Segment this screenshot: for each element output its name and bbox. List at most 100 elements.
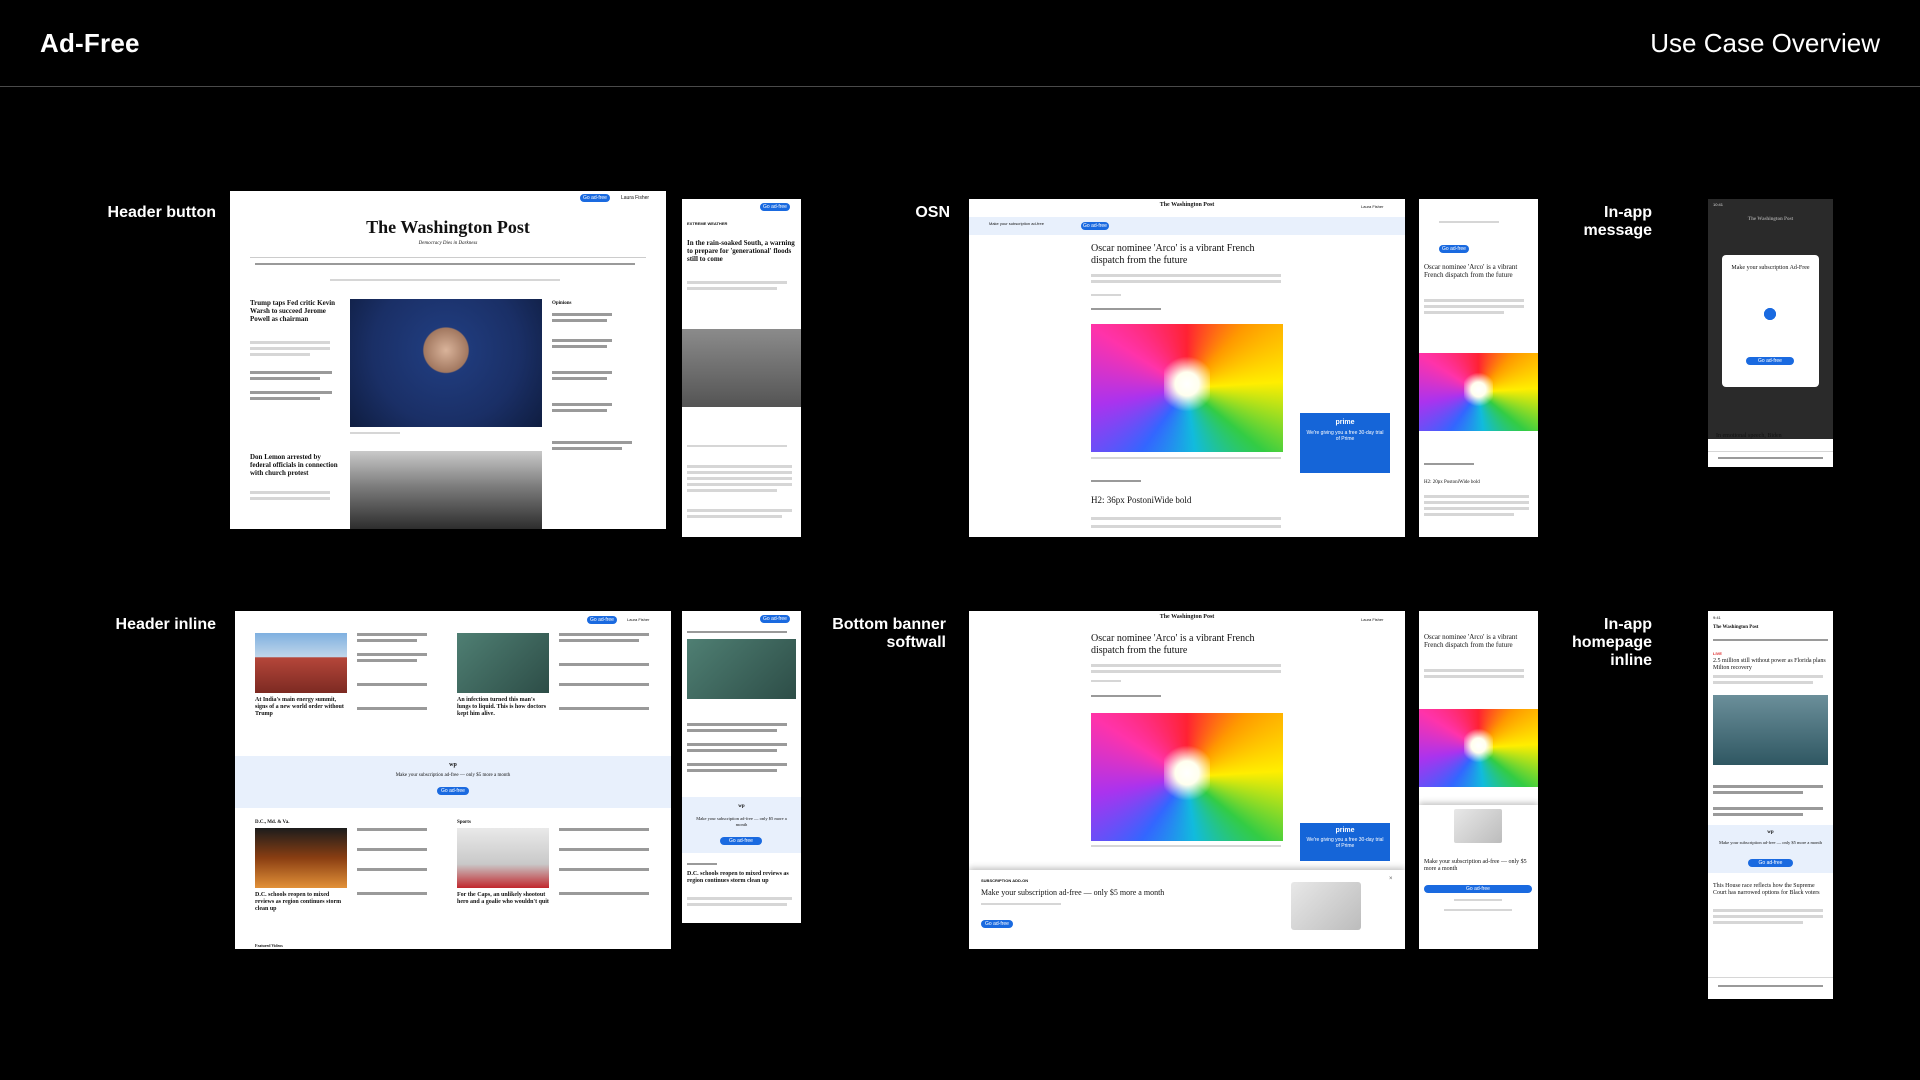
headline-small[interactable] <box>357 707 427 710</box>
section-dc[interactable]: D.C., Md. & Va. <box>255 818 289 828</box>
headline-small[interactable] <box>687 729 777 732</box>
headline-secondary[interactable]: Don Lemon arrested by federal officials … <box>250 453 340 477</box>
user-name[interactable]: Laura Fisher <box>621 195 649 201</box>
headline-power[interactable]: 2.5 million still without power as Flori… <box>1713 658 1828 672</box>
masthead[interactable]: The Washington Post <box>230 217 666 238</box>
headline-small[interactable] <box>250 397 320 400</box>
opinion-item[interactable] <box>552 371 612 374</box>
headline-small[interactable] <box>559 892 649 895</box>
go-ad-free-button[interactable]: Go ad-free <box>1746 357 1794 365</box>
headline-small[interactable] <box>357 848 427 851</box>
opinion-item[interactable] <box>552 409 607 412</box>
prime-ad[interactable]: prime We're giving you a free 30-day tri… <box>1300 413 1390 473</box>
action-bar[interactable] <box>687 445 787 447</box>
byline[interactable] <box>1091 480 1141 482</box>
section-sports[interactable]: Sports <box>457 818 471 828</box>
masthead[interactable]: The Washington Post <box>1713 625 1758 630</box>
headline-small[interactable] <box>250 391 332 394</box>
go-ad-free-header-button[interactable]: Go ad-free <box>587 616 617 624</box>
story-photo[interactable] <box>1713 695 1828 765</box>
go-ad-free-button[interactable]: Go ad-free <box>720 837 762 845</box>
go-ad-free-button[interactable]: Go ad-free <box>1748 859 1793 867</box>
byline[interactable] <box>1424 463 1474 465</box>
headline-small[interactable] <box>687 749 777 752</box>
go-ad-free-button[interactable]: Go ad-free <box>1081 222 1109 230</box>
headline-small[interactable] <box>357 868 427 871</box>
tab-bar[interactable] <box>1718 457 1823 459</box>
story-photo[interactable] <box>457 633 549 693</box>
headline-small[interactable] <box>357 828 427 831</box>
opinion-item[interactable] <box>552 313 612 316</box>
section-tag[interactable]: EXTREME WEATHER <box>687 221 727 226</box>
headline-caps[interactable]: For the Caps, an unlikely shootout hero … <box>457 892 549 906</box>
close-icon[interactable]: × <box>1389 876 1393 882</box>
article-image[interactable] <box>1091 713 1283 841</box>
tab-bar[interactable] <box>1718 985 1823 987</box>
headline-small[interactable] <box>559 848 649 851</box>
story-photo[interactable] <box>457 828 549 888</box>
go-ad-free-button[interactable]: Go ad-free <box>437 787 469 795</box>
headline-small[interactable] <box>357 892 427 895</box>
headline-small[interactable] <box>559 663 649 666</box>
go-ad-free-button[interactable]: Go ad-free <box>981 920 1013 928</box>
headline-infection[interactable]: An infection turned this man's lungs to … <box>457 697 549 718</box>
tab-nav[interactable] <box>687 631 787 633</box>
headline-small[interactable] <box>559 639 639 642</box>
flood-photo[interactable] <box>682 329 801 407</box>
headline-small[interactable] <box>357 653 427 656</box>
secondary-photo[interactable] <box>350 451 542 529</box>
headline-small[interactable] <box>559 683 649 686</box>
headline-schools[interactable]: D.C. schools reopen to mixed reviews as … <box>255 892 347 913</box>
headline-small[interactable] <box>559 828 649 831</box>
user-name[interactable]: Laura Fisher <box>1361 617 1383 622</box>
opinion-item[interactable] <box>552 441 632 444</box>
article-image[interactable] <box>1419 709 1538 787</box>
opinion-item[interactable] <box>552 339 612 342</box>
featured-videos[interactable]: Featured Videos <box>255 941 283 949</box>
headline-small[interactable] <box>1713 807 1823 810</box>
go-ad-free-button[interactable]: Go ad-free <box>1439 245 1469 253</box>
prime-ad[interactable]: prime We're giving you a free 30-day tri… <box>1300 823 1390 861</box>
story-photo[interactable] <box>687 639 796 699</box>
go-ad-free-button[interactable]: Go ad-free <box>580 194 610 202</box>
go-ad-free-header-button[interactable]: Go ad-free <box>760 615 790 623</box>
opinion-item[interactable] <box>552 377 607 380</box>
headline-small[interactable] <box>687 723 787 726</box>
go-ad-free-button[interactable]: Go ad-free <box>1424 885 1532 893</box>
headline-small[interactable] <box>559 707 649 710</box>
headline-small[interactable] <box>250 377 320 380</box>
user-name[interactable]: Laura Fisher <box>1361 204 1383 209</box>
headline-house-race[interactable]: This House race reflects how the Supreme… <box>1713 883 1828 897</box>
story-photo[interactable] <box>255 828 347 888</box>
headline-lead[interactable]: Trump taps Fed critic Kevin Warsh to suc… <box>250 299 340 323</box>
headline-small[interactable] <box>357 683 427 686</box>
section-label[interactable] <box>687 863 717 865</box>
headline-small[interactable] <box>357 639 417 642</box>
tab-nav[interactable] <box>1713 639 1828 641</box>
masthead[interactable]: The Washington Post <box>969 614 1405 620</box>
masthead[interactable]: The Washington Post <box>969 202 1405 208</box>
headline-india[interactable]: At India's main energy summit, signs of … <box>255 697 347 718</box>
headline-small[interactable] <box>559 633 649 636</box>
share-tools[interactable] <box>1091 695 1161 697</box>
headline-small[interactable] <box>357 659 417 662</box>
headline-small[interactable] <box>559 868 649 871</box>
article-image[interactable] <box>1419 353 1538 431</box>
user-name[interactable]: Laura Fisher <box>627 617 649 622</box>
headline-small[interactable] <box>687 743 787 746</box>
headline-small[interactable] <box>1713 785 1823 788</box>
headline-small[interactable] <box>1713 791 1803 794</box>
article-image[interactable] <box>1091 324 1283 452</box>
trending-nav[interactable] <box>330 279 560 281</box>
story-photo[interactable] <box>255 633 347 693</box>
headline-schools[interactable]: D.C. schools reopen to mixed reviews as … <box>687 871 795 885</box>
opinion-item[interactable] <box>552 345 607 348</box>
opinion-item[interactable] <box>552 403 612 406</box>
headline-small[interactable] <box>687 769 777 772</box>
opinion-item[interactable] <box>552 319 607 322</box>
headline-small[interactable] <box>687 763 787 766</box>
share-tools[interactable] <box>1091 308 1161 310</box>
headline-small[interactable] <box>357 633 427 636</box>
lead-photo[interactable] <box>350 299 542 427</box>
headline-small[interactable] <box>1713 813 1803 816</box>
